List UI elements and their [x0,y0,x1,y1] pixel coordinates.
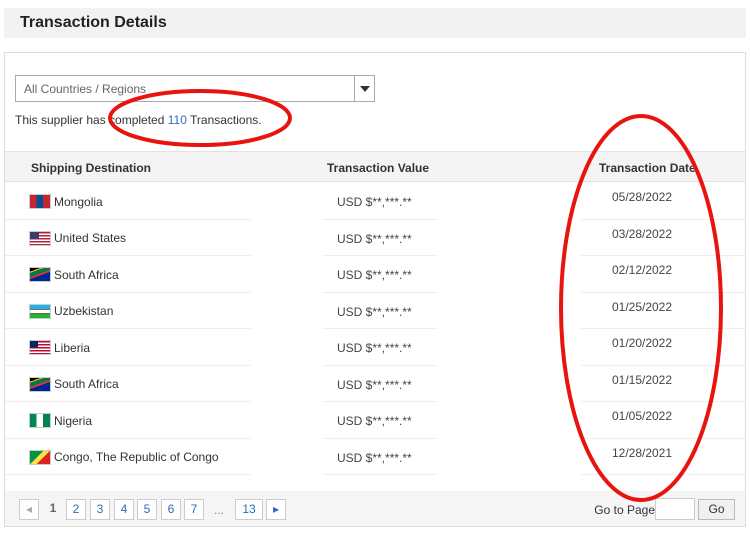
page-button[interactable]: 7 [184,499,204,520]
transaction-value: USD $**,***.** [337,304,412,319]
shipping-destination: South Africa [29,267,119,282]
shipping-destination: Mongolia [29,194,103,209]
flag-ng-icon [29,413,51,428]
destination-name: Congo, The Republic of Congo [54,450,219,464]
table-row: Mongolia USD $**,***.** 05/28/2022 [5,183,745,220]
flag-cg-icon [29,449,51,465]
transaction-date: 03/28/2022 [611,226,673,241]
page-button[interactable]: 5 [137,499,157,520]
shipping-destination: Uzbekistan [29,303,114,319]
transaction-value: USD $**,***.** [337,195,412,209]
transaction-value: USD $**,***.** [337,268,412,282]
flag-mongolia-icon [29,194,51,209]
col-shipping-destination: Shipping Destination [31,161,151,175]
shipping-destination: United States [29,230,127,246]
transaction-count: 110 [167,113,187,127]
next-page-button[interactable]: ▸ [266,499,286,520]
page-title: Transaction Details [20,14,167,31]
flag-uz-icon [29,303,51,319]
shipping-destination: Liberia [29,340,90,355]
table-row: South Africa USD $**,***.** 01/15/2022 [5,366,745,402]
page-button[interactable]: 4 [114,499,134,520]
transaction-value: USD $**,***.** [337,341,412,355]
transaction-date: 01/25/2022 [611,299,673,314]
transaction-date: 01/15/2022 [611,372,673,387]
transaction-value: USD $**,***.** [337,377,412,392]
flag-za-icon [29,376,51,392]
page-button[interactable]: 3 [90,499,110,520]
destination-name: Uzbekistan [54,304,114,318]
row-divider [581,474,745,475]
page-button[interactable]: 2 [66,499,86,520]
flag-za-icon [29,267,51,282]
destination-name: South Africa [54,267,119,282]
page-button[interactable]: 6 [161,499,181,520]
transaction-summary: This supplier has completed 110 Transact… [15,113,262,127]
flag-us-icon [29,230,51,246]
goto-page-input[interactable] [655,498,695,520]
chevron-down-icon[interactable] [354,76,374,101]
row-divider [5,474,251,475]
header-bar: Transaction Details [4,8,746,38]
page-button-last[interactable]: 13 [235,499,263,520]
destination-name: United States [54,231,127,245]
transaction-value: USD $**,***.** [337,450,412,465]
table-row: Uzbekistan USD $**,***.** 01/25/2022 [5,293,745,329]
destination-name: Nigeria [54,413,93,428]
go-button[interactable]: Go [698,499,735,520]
col-transaction-value: Transaction Value [327,161,430,175]
destination-name: Mongolia [54,194,103,209]
transaction-date: 05/28/2022 [611,190,673,204]
transaction-date: 02/12/2022 [611,263,673,277]
transaction-value: USD $**,***.** [337,414,412,428]
shipping-destination: Congo, The Republic of Congo [29,449,219,465]
table-row: Congo, The Republic of Congo USD $**,***… [5,439,745,475]
summary-suffix: Transactions. [186,113,262,127]
page-current: 1 [49,501,57,515]
col-transaction-date: Transaction Date [599,161,696,175]
summary-prefix: This supplier has completed [15,113,168,127]
shipping-destination: Nigeria [29,413,92,428]
country-filter-select[interactable]: All Countries / Regions [15,75,375,102]
transaction-date: 12/28/2021 [611,445,673,460]
pagination-ellipsis: ... [214,503,225,517]
destination-name: Liberia [54,340,91,355]
transactions-panel: All Countries / Regions This supplier ha… [4,52,746,527]
row-divider [323,474,437,475]
table-row: Liberia USD $**,***.** 01/20/2022 [5,329,745,366]
transaction-value: USD $**,***.** [337,231,412,246]
table-row: South Africa USD $**,***.** 02/12/2022 [5,256,745,293]
pagination: ◂ 1 2 3 4 5 6 7 ... 13 ▸ Go to Page Go [5,491,745,526]
table-row: United States USD $**,***.** 03/28/2022 [5,220,745,256]
table-row: Nigeria USD $**,***.** 01/05/2022 [5,402,745,439]
transaction-date: 01/05/2022 [611,409,673,423]
select-value: All Countries / Regions [24,82,147,96]
flag-lr-icon [29,340,51,355]
table-header: Shipping Destination Transaction Value T… [5,151,745,182]
destination-name: South Africa [54,377,119,391]
transaction-date: 01/20/2022 [611,336,673,350]
prev-page-button[interactable]: ◂ [19,499,39,520]
shipping-destination: South Africa [29,376,119,392]
goto-page-label: Go to Page [594,503,655,517]
